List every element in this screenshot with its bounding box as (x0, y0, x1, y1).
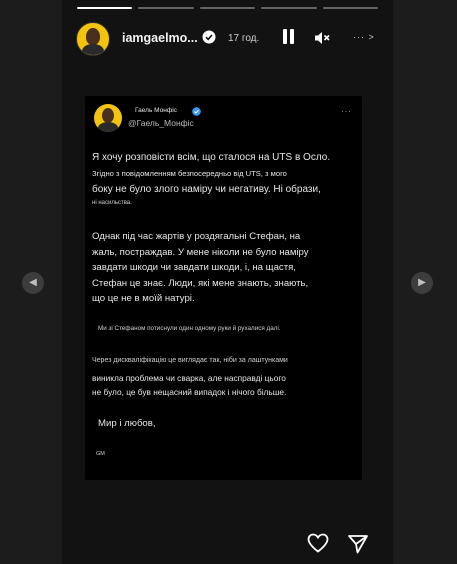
pause-button[interactable] (282, 29, 296, 46)
story-viewer[interactable]: iamgaelmo... 17 год. ··· > Гаель Монфіс … (62, 0, 393, 564)
post-author-handle: @Гаель_Монфіс (128, 118, 194, 128)
avatar-face (86, 28, 100, 45)
post-text-line: що це не в моїй натурі. (92, 293, 195, 304)
post-text-line: не було, це був нещасний випадок і нічог… (92, 387, 287, 397)
post-text-line: Стефан це знає. Люди, які мене знають, з… (92, 278, 309, 289)
post-text-line: ні насильства. (92, 200, 132, 206)
post-signature: GM (96, 451, 105, 457)
avatar-face (102, 108, 114, 123)
progress-segment (322, 7, 379, 9)
progress-segment (77, 7, 133, 9)
verified-badge-icon (202, 30, 216, 44)
avatar-body (98, 122, 118, 132)
avatar[interactable] (76, 22, 110, 56)
post-text-line: завдати шкоди чи завдати шкоди, і, на ща… (92, 262, 296, 273)
pause-icon (283, 29, 287, 44)
post-text-line: Я хочу розповісти всім, що сталося на UT… (92, 152, 331, 163)
username[interactable]: iamgaelmo... (122, 31, 198, 45)
post-text-line: боку не було злого наміру чи негативу. Н… (92, 184, 321, 195)
heart-icon[interactable] (306, 531, 330, 555)
story-timestamp: 17 год. (228, 33, 260, 44)
story-progress-bar (77, 7, 379, 10)
post-text-line: Згідно з повідомленням безпосередньо від… (92, 169, 287, 178)
more-options-button[interactable]: ··· > (353, 32, 375, 42)
avatar-body (82, 44, 104, 55)
mute-icon[interactable] (313, 29, 331, 47)
story-header: iamgaelmo... 17 год. ··· > (62, 20, 393, 60)
tweet-card: Гаель Монфіс @Гаель_Монфіс ··· Я хочу ро… (85, 96, 362, 480)
post-author-avatar (94, 104, 122, 132)
pause-icon (290, 29, 294, 44)
progress-segment (199, 7, 256, 9)
post-text-line: Через дискваліфікацію це виглядає так, н… (92, 357, 288, 364)
post-text-line: жаль, постраждав. У мене ніколи не було … (92, 247, 309, 258)
post-text-line: Ми зі Стефаном потиснули один одному рук… (98, 325, 281, 332)
post-author-name: Гаель Монфіс (135, 107, 177, 114)
post-menu-icon: ··· (341, 106, 352, 116)
progress-segment (261, 7, 317, 9)
send-icon[interactable] (346, 532, 370, 556)
post-text-line: Мир і любов, (98, 418, 156, 429)
post-text-line: Однак під час жартів у роздягальні Стефа… (92, 231, 301, 242)
progress-segment (138, 7, 194, 9)
post-text-line: виникла проблема чи сварка, але насправд… (92, 373, 286, 383)
verified-badge-icon (192, 107, 201, 116)
next-story-button[interactable]: ▶ (411, 272, 433, 294)
previous-story-button[interactable]: ◀ (22, 272, 44, 294)
